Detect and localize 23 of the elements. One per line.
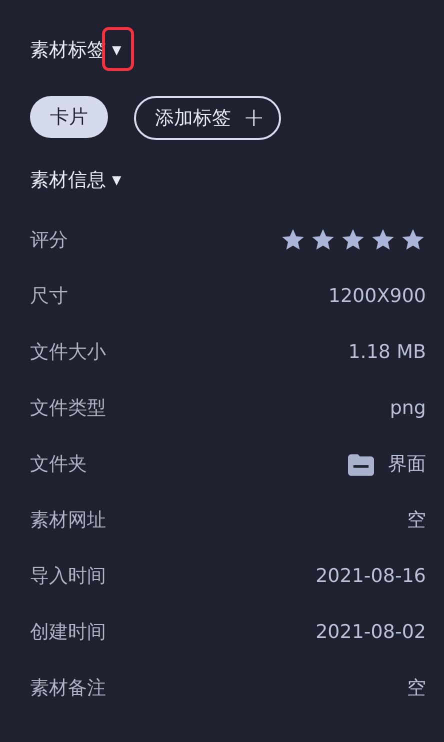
field-label: 文件类型 — [30, 396, 106, 421]
field-value: 1200X900 — [328, 285, 426, 307]
field-value: 空 — [407, 676, 426, 701]
field-value: 界面 — [388, 452, 426, 477]
section-title: 素材信息 — [30, 168, 106, 193]
field-value: 2021-08-16 — [316, 565, 426, 587]
field-label: 尺寸 — [30, 284, 68, 309]
field-label: 评分 — [30, 228, 68, 253]
field-label: 导入时间 — [30, 564, 106, 589]
field-label: 素材网址 — [30, 508, 106, 533]
field-label: 文件大小 — [30, 340, 106, 365]
folder-icon — [348, 452, 374, 476]
tag-chip[interactable]: 卡片 — [30, 96, 108, 138]
field-value: 1.18 MB — [348, 341, 426, 363]
field-label: 文件夹 — [30, 452, 87, 477]
collapse-toggle[interactable]: ▼ — [108, 43, 126, 57]
field-label: 创建时间 — [30, 620, 106, 645]
collapse-toggle[interactable]: ▼ — [108, 173, 126, 187]
field-value: png — [390, 397, 426, 419]
field-value: 空 — [407, 508, 426, 533]
field-label: 素材备注 — [30, 676, 106, 701]
add-tag-button[interactable]: 添加标签 + — [134, 96, 281, 140]
field-value: 2021-08-02 — [316, 621, 426, 643]
